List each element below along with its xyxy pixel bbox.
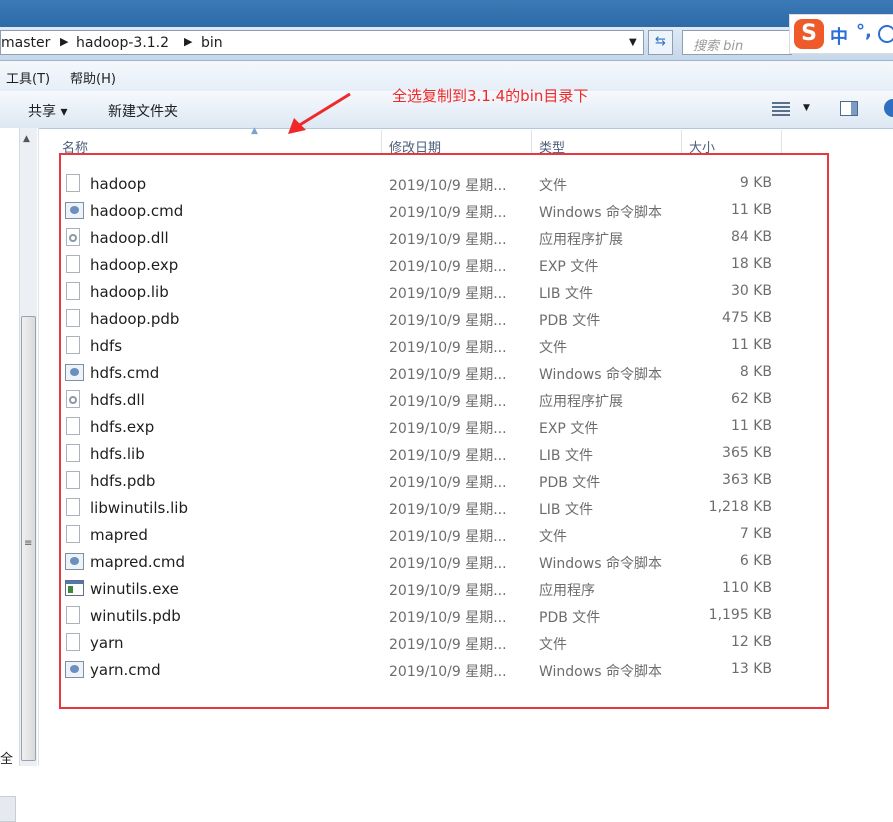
column-divider[interactable] [381,130,382,154]
preview-pane-icon[interactable] [840,101,858,116]
view-dropdown-icon[interactable]: ▼ [803,103,810,113]
ime-mode-indicator[interactable]: 中 [830,23,848,49]
column-divider[interactable] [531,130,532,154]
search-input[interactable]: 搜索 bin [682,30,792,55]
emoji-icon[interactable] [878,25,893,43]
sogou-logo-icon: S [794,19,824,49]
breadcrumb-hadoop[interactable]: hadoop-3.1.2 [76,35,169,51]
address-bar: master ▶ hadoop-3.1.2 ▶ bin ▼ ⇆ 搜索 bin [0,27,893,61]
breadcrumb-chevron-icon[interactable]: ▶ [184,35,192,48]
sort-indicator-icon: ▲ [251,126,258,136]
view-options-icon[interactable] [772,102,790,116]
address-input[interactable]: master ▶ hadoop-3.1.2 ▶ bin ▼ [0,30,644,55]
column-divider[interactable] [681,130,682,154]
annotation-highlight-box [59,153,829,709]
help-icon[interactable] [884,99,893,117]
share-button[interactable]: 共享 ▾ [28,101,67,121]
nav-item-fragment[interactable]: 全 [0,748,13,767]
breadcrumb-bin[interactable]: bin [201,35,223,51]
ime-punctuation-indicator[interactable]: °, [856,21,872,42]
menu-help[interactable]: 帮助(H) [70,68,116,87]
address-dropdown-icon[interactable]: ▼ [629,37,637,48]
scrollbar-grip-icon: ≡ [24,538,33,549]
search-placeholder: 搜索 bin [693,39,744,54]
breadcrumb-master[interactable]: master [1,35,50,51]
ime-toolbar[interactable]: S 中 °, [789,14,893,54]
new-folder-button[interactable]: 新建文件夹 [108,101,178,121]
nav-scrollbar[interactable]: ▲ ≡ [19,128,37,766]
column-divider[interactable] [781,130,782,154]
scroll-up-icon[interactable]: ▲ [23,134,30,144]
title-bar [0,0,893,27]
menu-tools[interactable]: 工具(T) [6,68,50,87]
column-headers: ▲ 名称 修改日期 类型 大小 [38,126,893,156]
title-bar-ghost [58,10,62,24]
refresh-button[interactable]: ⇆ [648,30,673,55]
nav-selected-item[interactable] [0,796,16,822]
breadcrumb-chevron-icon[interactable]: ▶ [60,35,68,48]
annotation-text: 全选复制到3.1.4的bin目录下 [392,87,589,105]
